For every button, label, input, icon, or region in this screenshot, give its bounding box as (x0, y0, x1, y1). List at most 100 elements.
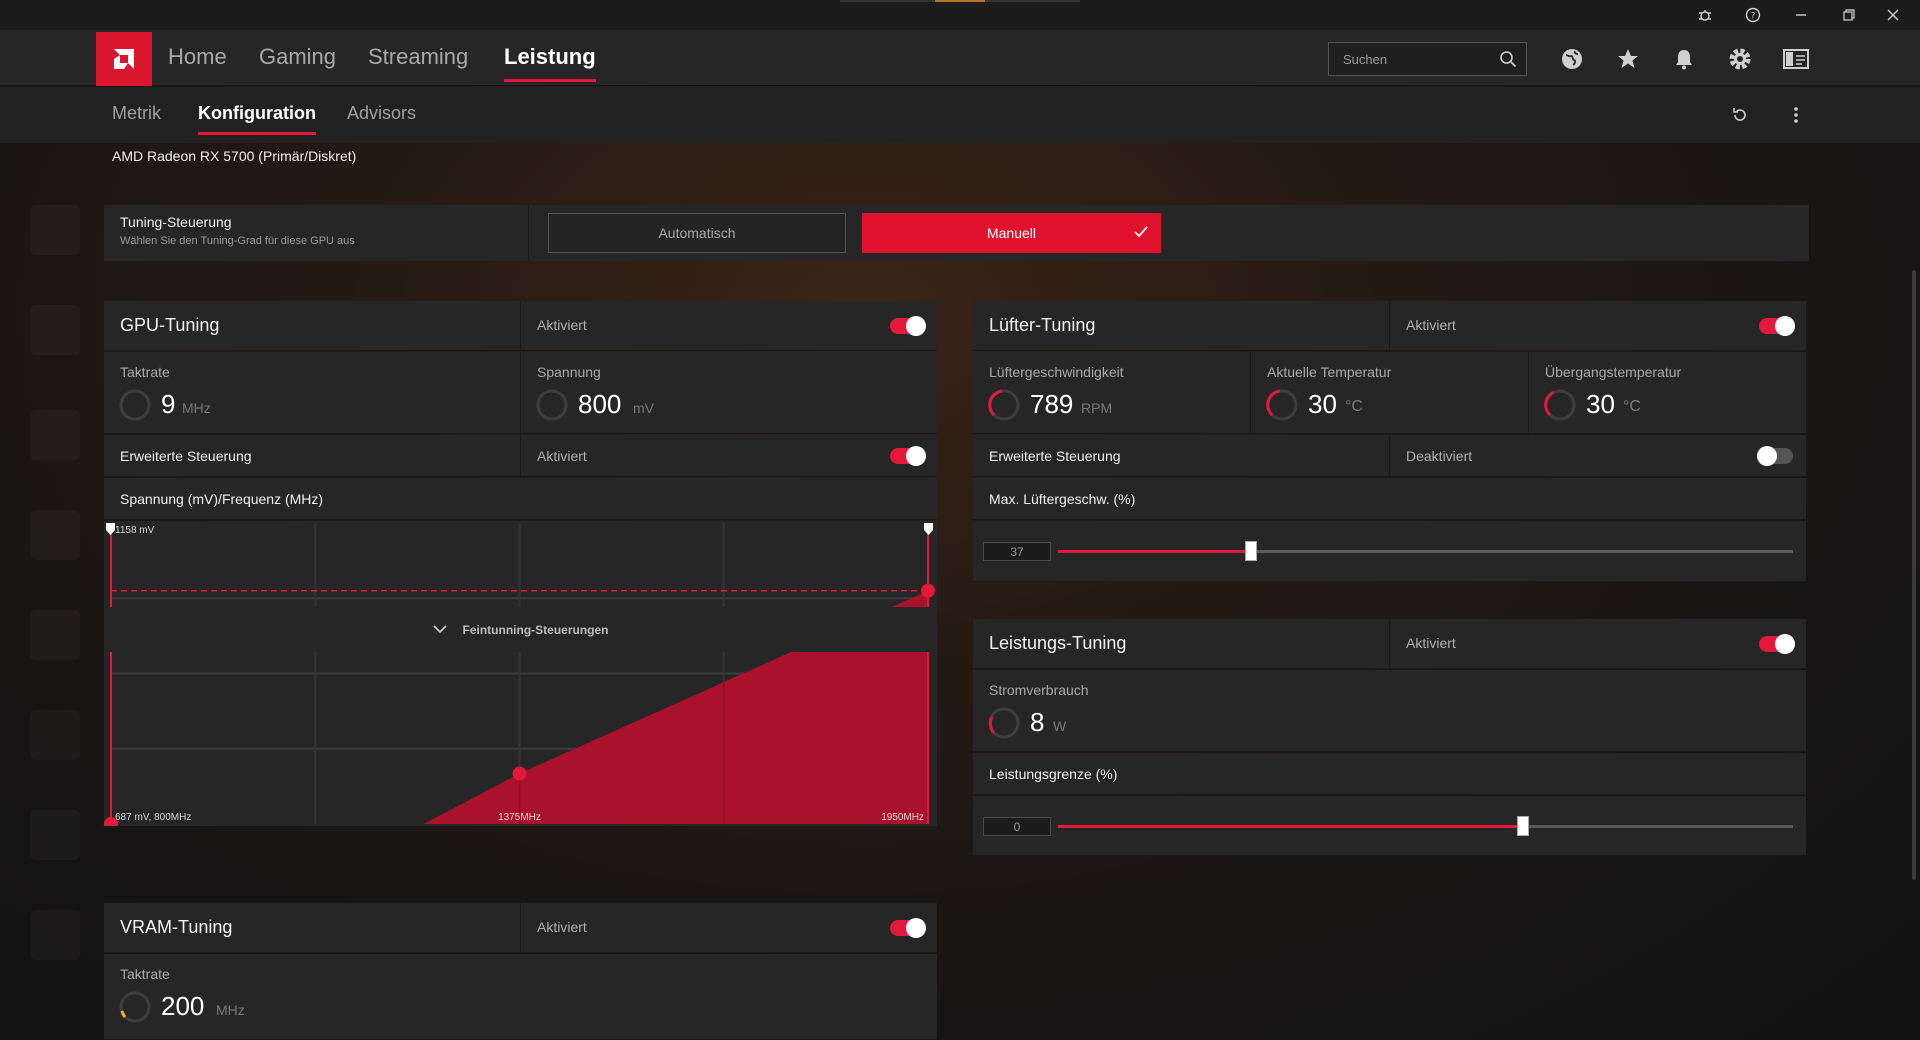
bell-icon[interactable] (1670, 45, 1698, 73)
gpu-advanced-row: Erweiterte Steuerung Aktiviert (104, 435, 937, 477)
vram-tuning-title-cell: VRAM-Tuning (104, 903, 521, 952)
nav-tab-home[interactable]: Home (168, 44, 227, 70)
fan-tuning-toggle[interactable] (1759, 316, 1795, 336)
fan-max-speed-input[interactable]: 37 (983, 542, 1051, 561)
gpu-curve-title-row: Spannung (mV)/Frequenz (MHz) (104, 478, 937, 520)
vram-clock-gauge (119, 991, 151, 1023)
vf-curve-svg[interactable]: 1158 mV922 mV687 mV, 800MHz1375MHz1950MH… (104, 521, 937, 831)
bug-icon[interactable] (1692, 3, 1718, 27)
gpu-clock-cell: Taktrate 9 MHz (104, 352, 521, 433)
power-limit-fill (1058, 825, 1523, 828)
background-ghost-icon (30, 305, 80, 355)
gpu-tuning-title-cell: GPU-Tuning (104, 301, 521, 350)
power-limit-thumb[interactable] (1516, 816, 1529, 836)
fan-max-speed-title-row: Max. Lüftergeschw. (%) (973, 478, 1806, 520)
junction-temp-unit: °C (1623, 398, 1641, 415)
power-unit: W (1053, 718, 1067, 734)
fan-speed-cell: Lüftergeschwindigkeit 789 RPM (973, 352, 1251, 433)
vram-tuning-toggle[interactable] (890, 918, 926, 938)
power-limit-input[interactable]: 0 (983, 817, 1051, 836)
star-icon[interactable] (1614, 45, 1642, 73)
manual-label: Manuell (986, 225, 1037, 241)
fine-tuning-toggle[interactable]: Feintunning-Steuerungen (104, 607, 937, 652)
gpu-metrics-row: Taktrate 9 MHz Spannung 800 mV (104, 352, 937, 434)
fan-advanced-toggle[interactable] (1757, 446, 1793, 466)
automatic-button[interactable]: Automatisch (548, 213, 846, 253)
chart-top-left-marker (106, 523, 115, 535)
power-limit-title-row: Leistungsgrenze (%) (973, 753, 1806, 795)
subtab-metrik[interactable]: Metrik (112, 103, 161, 124)
gpu-tuning-panel: GPU-Tuning Aktiviert Taktrate 9 MHz Span… (104, 301, 937, 867)
more-icon[interactable] (1784, 103, 1808, 127)
nav-tab-streaming[interactable]: Streaming (368, 44, 468, 70)
power-tuning-title: Leistungs-Tuning (989, 633, 1127, 653)
manual-button[interactable]: Manuell (862, 213, 1161, 253)
power-tuning-toggle[interactable] (1759, 634, 1795, 654)
junction-temp-gauge (1544, 389, 1576, 421)
curve-control-point (512, 766, 527, 781)
globe-icon[interactable] (1558, 45, 1586, 73)
subtab-advisors[interactable]: Advisors (347, 103, 416, 124)
fan-tuning-title: Lüfter-Tuning (989, 315, 1096, 335)
layout-icon[interactable] (1782, 45, 1810, 73)
vram-metrics-row: Taktrate 200 MHz (104, 954, 937, 1040)
gear-icon[interactable] (1726, 45, 1754, 73)
fan-speed-label: Lüftergeschwindigkeit (989, 364, 1124, 380)
nav-tab-gaming[interactable]: Gaming (259, 44, 336, 70)
gpu-clock-label: Taktrate (120, 364, 170, 380)
gpu-clock-gauge (119, 389, 151, 421)
junction-temp-value: 30 (1586, 389, 1615, 419)
fan-speed-gauge (988, 389, 1020, 421)
reset-icon[interactable] (1728, 103, 1752, 127)
origin-tick: 687 mV, 800MHz (115, 812, 191, 823)
gpu-voltage-cell: Spannung 800 mV (521, 352, 937, 434)
vram-clock-unit: MHz (216, 1002, 245, 1018)
background-ghost-icon (30, 205, 80, 255)
current-temp-label: Aktuelle Temperatur (1267, 364, 1392, 380)
gpu-curve-title: Spannung (mV)/Frequenz (MHz) (120, 491, 324, 507)
main-navigation: Home Gaming Streaming Leistung (0, 30, 1920, 86)
vram-clock-value: 200 (161, 991, 205, 1021)
power-tuning-header: Leistungs-Tuning Aktiviert (973, 619, 1806, 669)
minimize-icon[interactable] (1788, 3, 1814, 27)
current-temp-cell: Aktuelle Temperatur 30 °C (1251, 352, 1529, 433)
vram-clock-label: Taktrate (120, 966, 170, 982)
power-gauge (988, 707, 1020, 739)
power-metrics-row: Stromverbrauch 8 W (973, 670, 1806, 752)
gpu-advanced-toggle[interactable] (890, 446, 926, 466)
search-input[interactable] (1343, 51, 1493, 67)
background-ghost-icon (30, 510, 80, 560)
fan-tuning-title-cell: Lüfter-Tuning (973, 301, 1390, 350)
subtab-konfiguration[interactable]: Konfiguration (198, 103, 316, 135)
gpu-voltage-gauge (536, 389, 568, 421)
gpu-advanced-state: Aktiviert (537, 448, 587, 464)
fan-max-speed-thumb[interactable] (1245, 541, 1258, 561)
fan-advanced-row: Erweiterte Steuerung Deaktiviert (973, 435, 1806, 477)
sub-navigation: Metrik Konfiguration Advisors (0, 87, 1920, 143)
search-icon[interactable] (1499, 50, 1517, 73)
amd-logo[interactable] (96, 32, 152, 86)
restore-icon[interactable] (1836, 3, 1862, 27)
tuning-control-title: Tuning-Steuerung (120, 214, 232, 230)
close-icon[interactable] (1880, 3, 1906, 27)
background-ghost-icon (30, 910, 80, 960)
x-tick-mid: 1375MHz (498, 812, 541, 823)
search-box[interactable] (1328, 42, 1527, 76)
check-icon (1133, 224, 1149, 243)
vram-tuning-header: VRAM-Tuning Aktiviert (104, 903, 937, 953)
vertical-scrollbar[interactable] (1912, 270, 1916, 880)
background-ghost-icon (30, 610, 80, 660)
chart-top-right-marker (924, 523, 933, 535)
help-icon[interactable]: ? (1740, 3, 1766, 27)
gpu-tuning-toggle[interactable] (890, 316, 926, 336)
vram-tuning-state: Aktiviert (537, 919, 587, 935)
fan-advanced-state: Deaktiviert (1406, 448, 1473, 464)
nav-tab-leistung[interactable]: Leistung (504, 44, 596, 82)
gpu-voltage-label: Spannung (537, 364, 601, 380)
fan-max-speed-label: Max. Lüftergeschw. (%) (989, 491, 1136, 507)
current-temp-unit: °C (1345, 398, 1363, 415)
automatic-label: Automatisch (658, 225, 736, 241)
fine-tuning-label: Feintunning-Steuerungen (462, 622, 609, 637)
curve-control-point (921, 583, 935, 598)
vf-curve-chart[interactable]: 1158 mV922 mV687 mV, 800MHz1375MHz1950MH… (104, 521, 937, 831)
